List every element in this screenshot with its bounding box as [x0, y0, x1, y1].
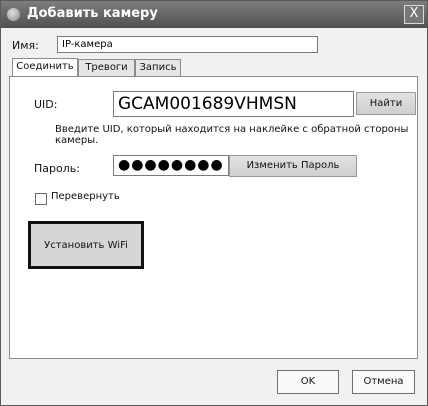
title-bar[interactable]: Добавить камеру X [1, 1, 427, 28]
password-field[interactable]: ●●●●●●●● [113, 155, 229, 176]
dialog-title: Добавить камеру [27, 6, 158, 21]
uid-hint: Введите UID, который находится на наклей… [55, 124, 409, 146]
setup-wifi-button[interactable]: Установить WiFi [28, 221, 144, 269]
tab-alarms[interactable]: Тревоги [78, 59, 135, 76]
cancel-button[interactable]: Отмена [352, 370, 415, 394]
find-button[interactable]: Найти [356, 92, 416, 115]
flip-checkbox[interactable] [35, 193, 47, 205]
name-label: Имя: [12, 39, 39, 52]
app-icon [7, 8, 20, 21]
connect-panel: UID: Найти Введите UID, который находитс… [9, 76, 418, 359]
flip-label: Перевернуть [51, 191, 120, 202]
tab-recording[interactable]: Запись [135, 59, 181, 76]
close-icon: X [409, 6, 419, 21]
ok-button[interactable]: OK [277, 370, 339, 394]
add-camera-dialog: Добавить камеру X Имя: Соединить Тревоги… [0, 0, 428, 406]
tab-connect[interactable]: Соединить [12, 58, 78, 76]
uid-field[interactable] [113, 91, 354, 117]
name-field[interactable] [57, 36, 318, 53]
uid-label: UID: [34, 98, 58, 111]
password-label: Пароль: [34, 162, 80, 175]
change-password-button[interactable]: Изменить Пароль [229, 155, 357, 177]
close-button[interactable]: X [404, 5, 424, 24]
